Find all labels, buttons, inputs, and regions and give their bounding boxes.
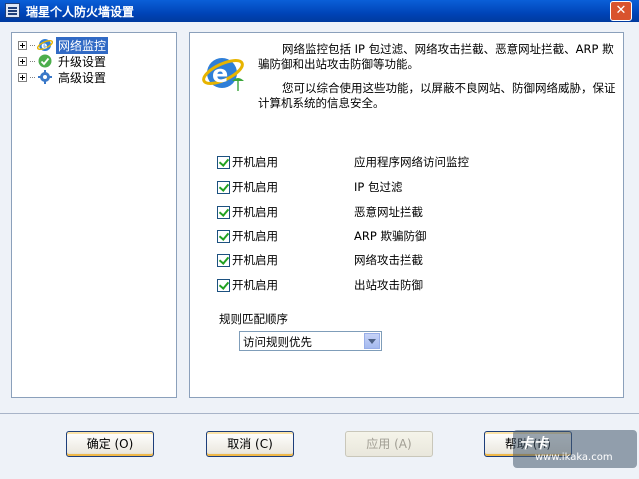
- startup-checkbox[interactable]: [217, 205, 230, 219]
- feature-name: 恶意网址拦截: [354, 205, 423, 219]
- expand-icon[interactable]: [18, 72, 27, 82]
- divider: [0, 413, 639, 414]
- expand-icon[interactable]: [18, 56, 27, 66]
- rule-order-label: 规则匹配顺序: [219, 312, 288, 326]
- checkbox-label[interactable]: 开机启用: [232, 204, 354, 220]
- feature-row: 开机启用 恶意网址拦截: [217, 204, 617, 220]
- startup-checkbox[interactable]: [217, 253, 230, 267]
- apply-button[interactable]: 应用 (A): [345, 431, 433, 457]
- checkbox-label[interactable]: 开机启用: [232, 179, 354, 195]
- chevron-down-icon[interactable]: [364, 333, 380, 349]
- settings-tree: e 网络监控 升级设置 高级设置: [11, 32, 177, 398]
- feature-name: 网络攻击拦截: [354, 253, 423, 267]
- close-button[interactable]: ✕: [610, 1, 632, 21]
- feature-row: 开机启用 应用程序网络访问监控: [217, 154, 617, 170]
- checkbox-label[interactable]: 开机启用: [232, 228, 354, 244]
- cancel-button[interactable]: 取消 (C): [206, 431, 294, 457]
- feature-name: 应用程序网络访问监控: [354, 155, 469, 169]
- feature-name: 出站攻击防御: [354, 278, 423, 292]
- feature-name: ARP 欺骗防御: [354, 229, 427, 243]
- gear-icon: [38, 70, 52, 84]
- rule-order-select[interactable]: 访问规则优先: [239, 331, 382, 351]
- startup-checkbox[interactable]: [217, 278, 230, 292]
- feature-row: 开机启用 出站攻击防御: [217, 277, 617, 293]
- svg-text:e: e: [41, 42, 47, 52]
- title-bar[interactable]: 瑞星个人防火墙设置 ✕: [0, 0, 639, 22]
- tree-item-label: 高级设置: [58, 70, 107, 85]
- window-title: 瑞星个人防火墙设置: [26, 5, 135, 19]
- tree-item-label: 网络监控: [56, 36, 109, 54]
- feature-row: 开机启用 ARP 欺骗防御: [217, 228, 617, 244]
- network-monitor-panel: e 网络监控包括 IP 包过滤、网络攻击拦截、恶意网址拦截、ARP 欺骗防御和出…: [189, 32, 624, 398]
- dialog-body: e 网络监控 升级设置 高级设置 e 网络监控包括 IP 包过滤、网络攻击拦截、…: [0, 22, 639, 479]
- feature-name: IP 包过滤: [354, 180, 403, 194]
- tree-item-advanced-settings[interactable]: 高级设置: [18, 69, 108, 85]
- firewall-app-icon: [5, 3, 20, 18]
- description-text: 网络监控包括 IP 包过滤、网络攻击拦截、恶意网址拦截、ARP 欺骗防御和出站攻…: [258, 42, 614, 71]
- checkbox-label[interactable]: 开机启用: [232, 277, 354, 293]
- tree-item-update-settings[interactable]: 升级设置: [18, 53, 108, 69]
- update-icon: [38, 54, 52, 68]
- feature-row: 开机启用 网络攻击拦截: [217, 252, 617, 268]
- startup-checkbox[interactable]: [217, 180, 230, 194]
- startup-checkbox[interactable]: [217, 155, 230, 169]
- watermark: 卡卡 www.ikaka.com: [513, 430, 637, 468]
- tree-item-network-monitor[interactable]: e 网络监控: [18, 36, 109, 54]
- tree-item-label: 升级设置: [58, 54, 107, 69]
- checkbox-label[interactable]: 开机启用: [232, 252, 354, 268]
- watermark-logo: 卡卡: [519, 436, 549, 452]
- svg-text:e: e: [212, 60, 228, 88]
- watermark-url: www.ikaka.com: [535, 452, 613, 463]
- checkbox-label[interactable]: 开机启用: [232, 154, 354, 170]
- rule-order-value: 访问规则优先: [243, 335, 312, 349]
- description-text: 您可以综合使用这些功能，以屏蔽不良网站、防御网络威胁，保证计算机系统的信息安全。: [258, 81, 616, 110]
- feature-row: 开机启用 IP 包过滤: [217, 179, 617, 195]
- ie-globe-icon: e: [37, 39, 53, 52]
- startup-checkbox[interactable]: [217, 229, 230, 243]
- ok-button[interactable]: 确定 (O): [66, 431, 154, 457]
- ie-shield-icon: e: [202, 58, 244, 91]
- expand-icon[interactable]: [18, 40, 27, 50]
